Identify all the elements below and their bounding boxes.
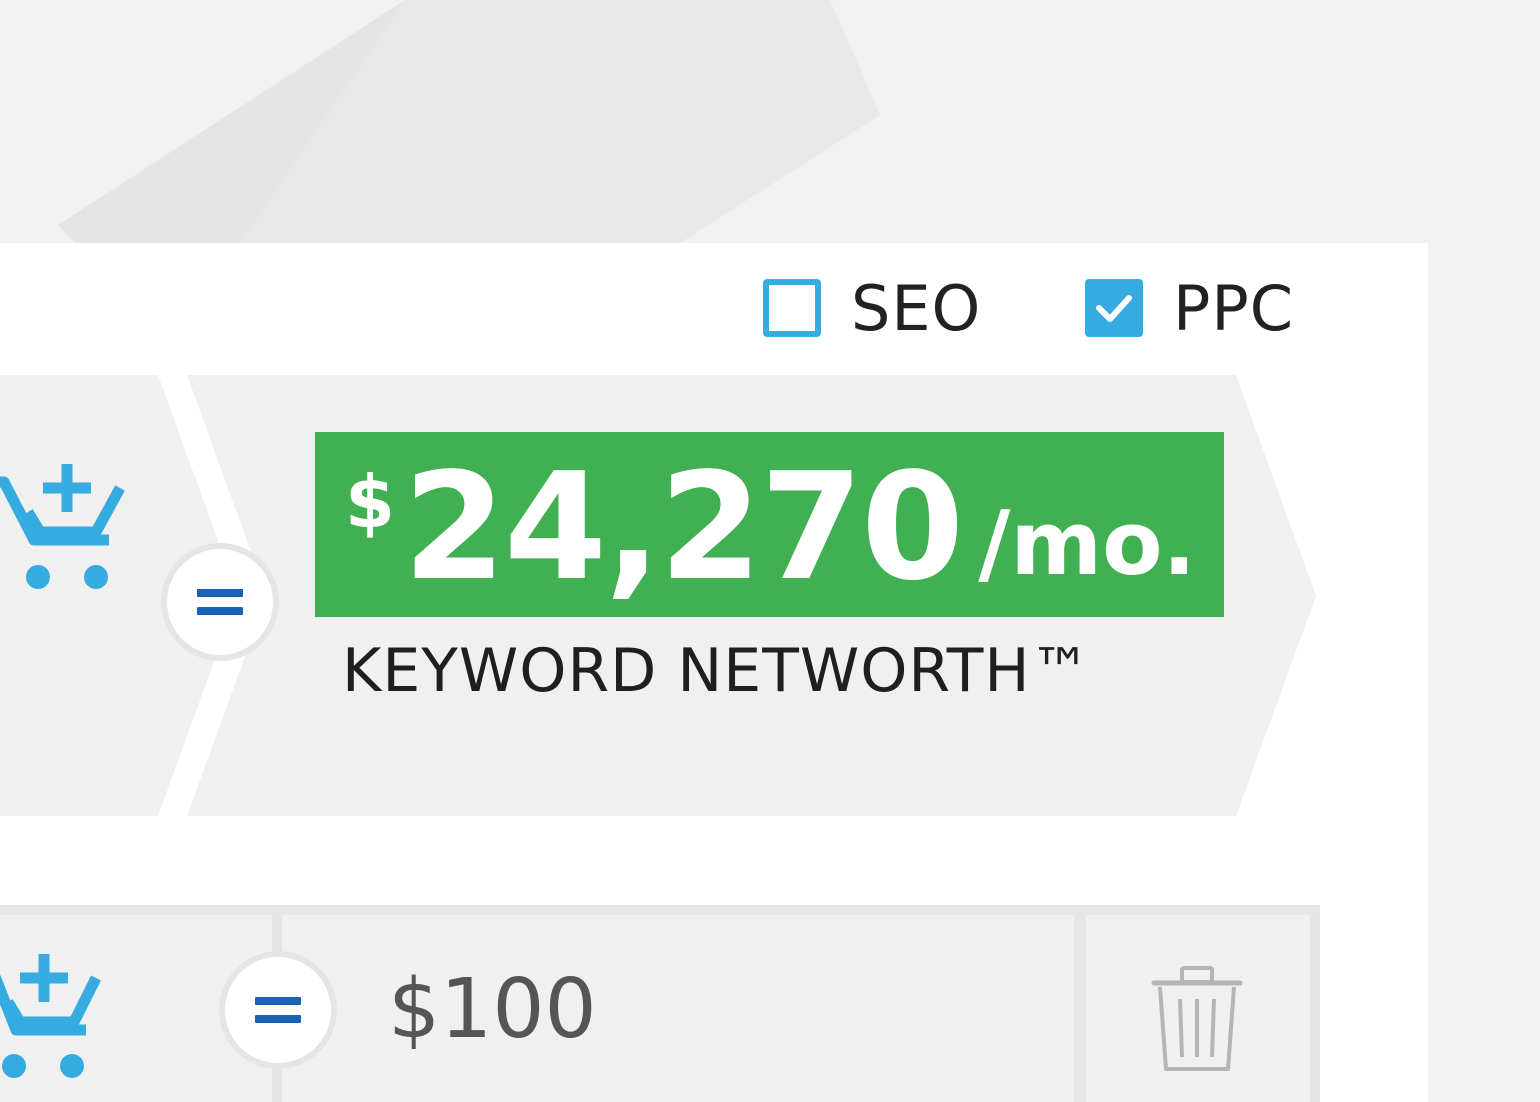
- equals-icon: [219, 951, 337, 1069]
- networth-amount: 24,270: [403, 441, 964, 613]
- background-shape: [58, 0, 880, 243]
- seo-checkbox-box[interactable]: [763, 279, 821, 337]
- currency-symbol: $: [345, 460, 396, 544]
- add-to-cart-icon[interactable]: [0, 462, 130, 592]
- trash-icon[interactable]: [1150, 965, 1244, 1075]
- ppc-checkbox-box[interactable]: [1085, 279, 1143, 337]
- ppc-checkbox[interactable]: PPC: [1085, 272, 1294, 345]
- add-to-cart-icon[interactable]: [0, 952, 110, 1082]
- ppc-checkbox-label: PPC: [1173, 271, 1295, 345]
- networth-unit: /mo.: [978, 492, 1196, 595]
- equals-icon: [161, 543, 279, 661]
- row-value: $100: [388, 962, 597, 1057]
- seo-checkbox-label: SEO: [851, 271, 982, 345]
- keyword-row: [0, 905, 1320, 1102]
- networth-value-box: $ 24,270 /mo.: [315, 432, 1224, 617]
- stage: SEO PPC $ 24,270 /mo. KEYWORD NETWORTH™: [0, 0, 1540, 1102]
- seo-checkbox[interactable]: SEO: [763, 272, 981, 345]
- networth-label: KEYWORD NETWORTH™: [342, 636, 1092, 706]
- checkmark-icon: [1096, 295, 1132, 322]
